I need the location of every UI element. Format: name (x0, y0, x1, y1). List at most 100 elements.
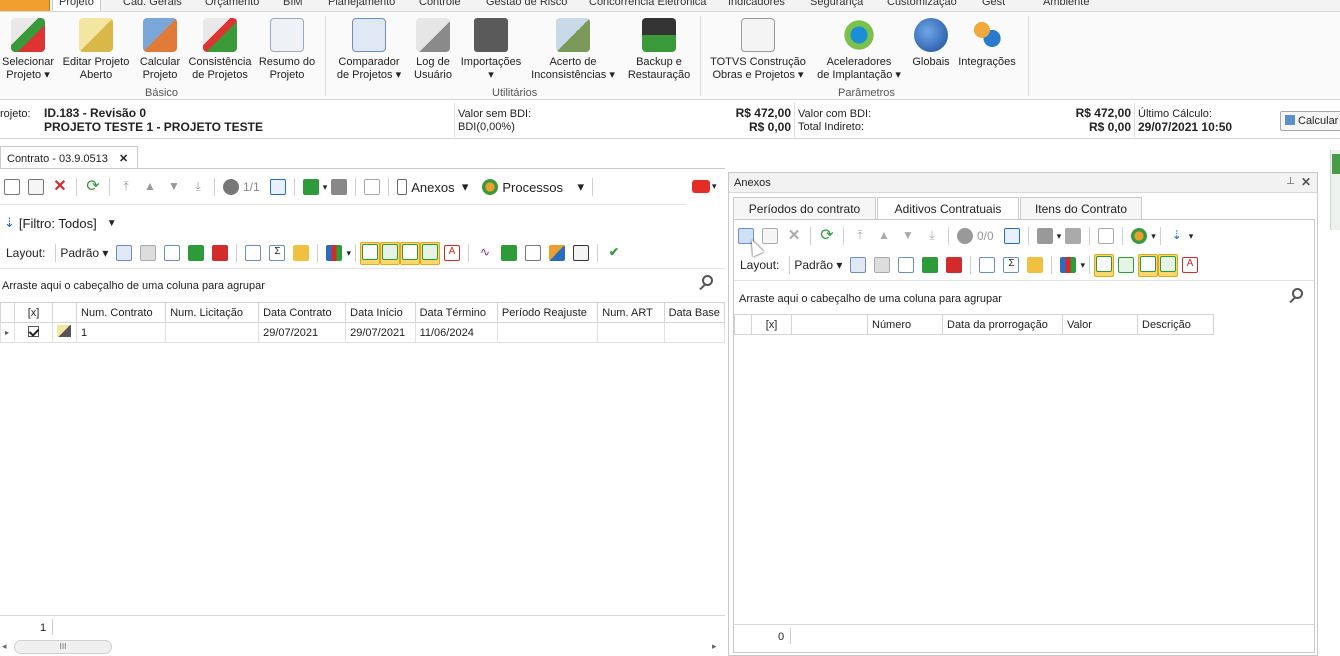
tab-planejamento[interactable]: Planejamento (328, 0, 395, 8)
sum-icon[interactable]: Σ (269, 245, 286, 261)
col-descricao[interactable]: Descrição (1137, 314, 1214, 335)
padrao-dropdown[interactable]: Padrão ▾ (794, 258, 842, 272)
format-icon[interactable] (1027, 257, 1044, 273)
chart-icon[interactable] (326, 245, 343, 261)
col-num-contrato[interactable]: Num. Contrato (76, 302, 167, 323)
totvs-construcao-button[interactable]: TOTVS Construção Obras e Projetos ▾ (708, 18, 808, 82)
col-select[interactable]: [x] (13, 302, 54, 323)
padrao-dropdown[interactable]: Padrão ▾ (60, 246, 108, 260)
print-icon[interactable] (1065, 228, 1082, 244)
sum-icon[interactable]: Σ (1003, 257, 1020, 273)
last-record-icon[interactable]: ⤓ (190, 179, 206, 195)
col-num-art[interactable]: Num. ART (597, 302, 665, 323)
calendar-icon[interactable] (269, 179, 286, 195)
acerto-inconsistencias-button[interactable]: Acerto de Inconsistências ▾ (528, 18, 618, 82)
aceleradores-button[interactable]: Aceleradores de Implantação ▾ (812, 18, 906, 82)
next-record-icon[interactable]: ▼ (166, 179, 182, 195)
next-record-icon[interactable]: ▼ (900, 228, 916, 244)
wave-icon[interactable]: ∿ (477, 245, 493, 261)
tab-concorrencia[interactable]: Concorrência Eletrônica (589, 0, 706, 8)
report-icon[interactable] (1098, 228, 1115, 244)
selecionar-projeto-button[interactable]: Selecionar Projeto ▾ (2, 18, 54, 82)
app-menu-button[interactable] (0, 0, 50, 11)
globais-button[interactable]: Globais (910, 18, 952, 69)
scroll-left-icon[interactable]: ◂ (2, 641, 7, 652)
integracoes-button[interactable]: Integrações (956, 18, 1018, 69)
col-data-base[interactable]: Data Base (663, 302, 726, 323)
col-data-prorrogacao[interactable]: Data da prorrogação (942, 314, 1063, 335)
calcular-button[interactable]: Calcular (1280, 111, 1340, 131)
tab-periodos-contrato[interactable]: Períodos do contrato (733, 197, 876, 219)
log-usuario-button[interactable]: Log de Usuário (410, 18, 456, 82)
tab-gestao[interactable]: Gest (982, 0, 1005, 8)
export-icon[interactable] (302, 179, 319, 195)
edit-icon[interactable] (762, 228, 778, 244)
view-option-3[interactable] (1137, 253, 1158, 277)
col-periodo-reajuste[interactable]: Período Reajuste (496, 302, 599, 323)
tab-aditivos-contratuais[interactable]: Aditivos Contratuais (877, 197, 1019, 220)
columns-icon[interactable] (898, 257, 915, 273)
trend-icon[interactable] (500, 245, 517, 261)
delete-icon[interactable]: ✕ (786, 228, 802, 244)
tab-orcamento[interactable]: Orçamento (205, 0, 259, 8)
print-icon[interactable] (331, 179, 348, 195)
last-record-icon[interactable]: ⤓ (924, 228, 940, 244)
tab-cad-gerais[interactable]: Cad. Gerais (123, 0, 182, 8)
users-icon[interactable] (548, 245, 565, 261)
comparador-projetos-button[interactable]: Comparador de Projetos ▾ (334, 18, 404, 82)
consistencia-projetos-button[interactable]: Consistência de Projetos (188, 18, 252, 82)
columns-icon[interactable] (164, 245, 181, 261)
row-checkbox[interactable] (28, 325, 40, 337)
right-dock-strip[interactable] (1330, 150, 1340, 230)
band-view-icon[interactable] (1117, 257, 1134, 273)
processos-button[interactable]: Processos ▾ (478, 179, 584, 195)
filter-dropdown[interactable]: ⇣ [Filtro: Todos] ▼ (4, 215, 117, 231)
collapse-icon[interactable] (946, 257, 963, 273)
group-icon[interactable] (245, 245, 262, 261)
pin-icon[interactable]: ⊥ (1286, 176, 1295, 187)
backup-restauracao-button[interactable]: Backup e Restauração (624, 18, 694, 82)
tab-ambiente[interactable]: Ambiente (1043, 0, 1089, 8)
layout-disabled-icon[interactable] (874, 257, 891, 273)
new-icon[interactable] (4, 179, 20, 195)
calendar-icon[interactable] (1003, 228, 1020, 244)
approve-icon[interactable]: ✔ (606, 245, 622, 261)
document-tab-contrato[interactable]: Contrato - 03.9.0513 ✕ (0, 146, 138, 168)
scroll-right-icon[interactable]: ▸ (712, 641, 717, 652)
col-icon[interactable] (52, 302, 78, 323)
refresh-icon[interactable]: ⟳ (819, 228, 835, 244)
col-valor[interactable]: Valor (1062, 314, 1138, 335)
save-layout-icon[interactable] (116, 245, 133, 261)
calc-icon[interactable] (572, 245, 589, 261)
col-data-inicio[interactable]: Data Início (345, 302, 416, 323)
horizontal-scrollbar[interactable]: III (14, 640, 112, 654)
view-option-4[interactable] (419, 241, 440, 265)
view-option-4[interactable] (1157, 253, 1178, 277)
tab-projeto[interactable]: Projeto (52, 0, 101, 11)
calcular-projeto-button[interactable]: Calcular Projeto (138, 18, 182, 82)
col-select[interactable]: [x] (751, 314, 792, 335)
font-icon[interactable]: A (443, 245, 460, 261)
col-numero[interactable]: Número (867, 314, 943, 335)
export-icon[interactable] (1036, 228, 1053, 244)
tab-bim[interactable]: BIM (283, 0, 303, 8)
col-data-contrato[interactable]: Data Contrato (258, 302, 347, 323)
youtube-button[interactable]: ▾ (692, 180, 717, 193)
find-icon[interactable] (957, 228, 973, 244)
expand-icon[interactable] (922, 257, 939, 273)
font-icon[interactable]: A (1181, 257, 1198, 273)
process-gears-icon[interactable] (1131, 228, 1148, 244)
resumo-projeto-button[interactable]: Resumo do Projeto (258, 18, 316, 82)
tab-customizacao[interactable]: Customização (887, 0, 957, 8)
search-icon[interactable] (1288, 288, 1304, 304)
format-icon[interactable] (293, 245, 310, 261)
edit-icon[interactable] (28, 179, 44, 195)
tab-itens-contrato[interactable]: Itens do Contrato (1020, 197, 1142, 219)
collapse-icon[interactable] (212, 245, 229, 261)
view-option-1[interactable] (1093, 253, 1114, 277)
refresh-icon[interactable]: ⟳ (85, 179, 101, 195)
prev-record-icon[interactable]: ▲ (142, 179, 158, 195)
first-record-icon[interactable]: ⤒ (852, 228, 868, 244)
table-row[interactable]: ▸ 1 29/07/2021 29/07/2021 11/06/2024 (0, 322, 726, 343)
tab-gestao-risco[interactable]: Gestão de Risco (486, 0, 567, 8)
